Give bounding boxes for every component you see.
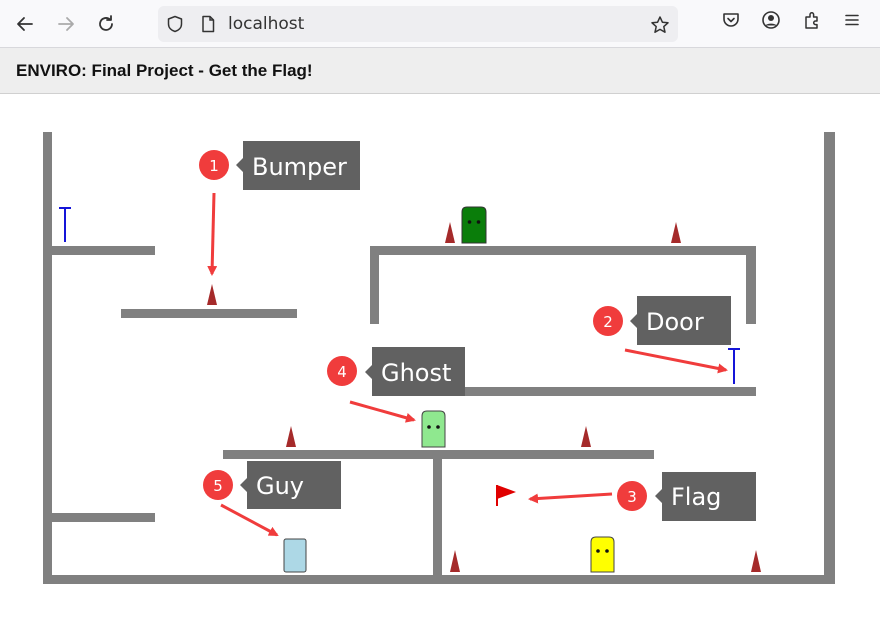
ghost-yellow — [590, 536, 615, 573]
ghost-light-green — [421, 410, 446, 448]
wall-center-divider — [433, 459, 442, 575]
page-icon — [200, 15, 216, 38]
wall-right — [824, 132, 835, 584]
callout-label: Flag — [671, 483, 721, 511]
door-top-left — [59, 207, 71, 242]
bumper — [207, 284, 217, 305]
callout-bumper: 1 Bumper — [199, 141, 360, 190]
callout-door: 2 Door — [593, 296, 731, 345]
ledge-top-left — [52, 246, 155, 255]
bumper — [751, 550, 761, 572]
guy — [283, 538, 307, 573]
pocket-icon[interactable] — [721, 10, 741, 35]
callout-number: 2 — [603, 313, 613, 331]
bumper — [286, 426, 296, 447]
callout-number: 5 — [213, 477, 223, 495]
callout-label: Ghost — [381, 359, 451, 387]
wall-top-right-drop — [746, 255, 756, 324]
url-text[interactable]: localhost — [228, 14, 304, 34]
callout-flag: 3 Flag — [617, 472, 756, 521]
shield-icon[interactable] — [166, 15, 184, 38]
wall-top-left-drop — [370, 255, 379, 324]
forward-arrow-icon[interactable] — [50, 8, 82, 40]
bumper — [581, 426, 591, 447]
bumper — [445, 222, 455, 243]
extensions-icon[interactable] — [802, 10, 822, 35]
callout-guy: 5 Guy — [203, 461, 341, 509]
callout-ghost: 4 Ghost — [327, 347, 465, 396]
arrow-ghost — [349, 400, 416, 423]
bumper — [671, 222, 681, 243]
ledge-bottom-left — [52, 513, 155, 522]
back-arrow-icon[interactable] — [9, 8, 41, 40]
browser-toolbar: localhost — [0, 0, 880, 48]
url-bar[interactable]: localhost — [158, 6, 678, 42]
platform-bumper — [121, 309, 297, 318]
arrow-bumper — [207, 192, 218, 276]
game-canvas[interactable]: 1 Bumper 2 Door 3 Flag 4 Ghost 5 Guy — [0, 94, 880, 623]
callout-label: Guy — [256, 472, 304, 500]
page-title: ENVIRO: Final Project - Get the Flag! — [16, 61, 313, 80]
door-right — [728, 348, 740, 384]
star-icon[interactable] — [650, 15, 670, 40]
wall-left — [43, 132, 52, 584]
reload-icon[interactable] — [90, 8, 122, 40]
flag — [496, 485, 516, 506]
callout-label: Bumper — [252, 153, 347, 181]
platform-middle — [223, 450, 654, 459]
arrow-door — [624, 348, 728, 374]
ghost-dark-green — [461, 206, 487, 244]
bumper — [450, 550, 460, 572]
account-icon[interactable] — [761, 10, 781, 35]
arrow-flag — [528, 492, 613, 504]
callout-number: 4 — [337, 363, 347, 381]
menu-icon[interactable] — [842, 10, 862, 35]
floor — [43, 575, 835, 584]
callout-number: 3 — [627, 488, 637, 506]
platform-top — [370, 246, 756, 255]
arrow-guy — [220, 503, 279, 537]
callout-number: 1 — [209, 157, 219, 175]
platform-door — [439, 387, 756, 396]
callout-label: Door — [646, 308, 704, 336]
page-header: ENVIRO: Final Project - Get the Flag! — [0, 48, 880, 94]
